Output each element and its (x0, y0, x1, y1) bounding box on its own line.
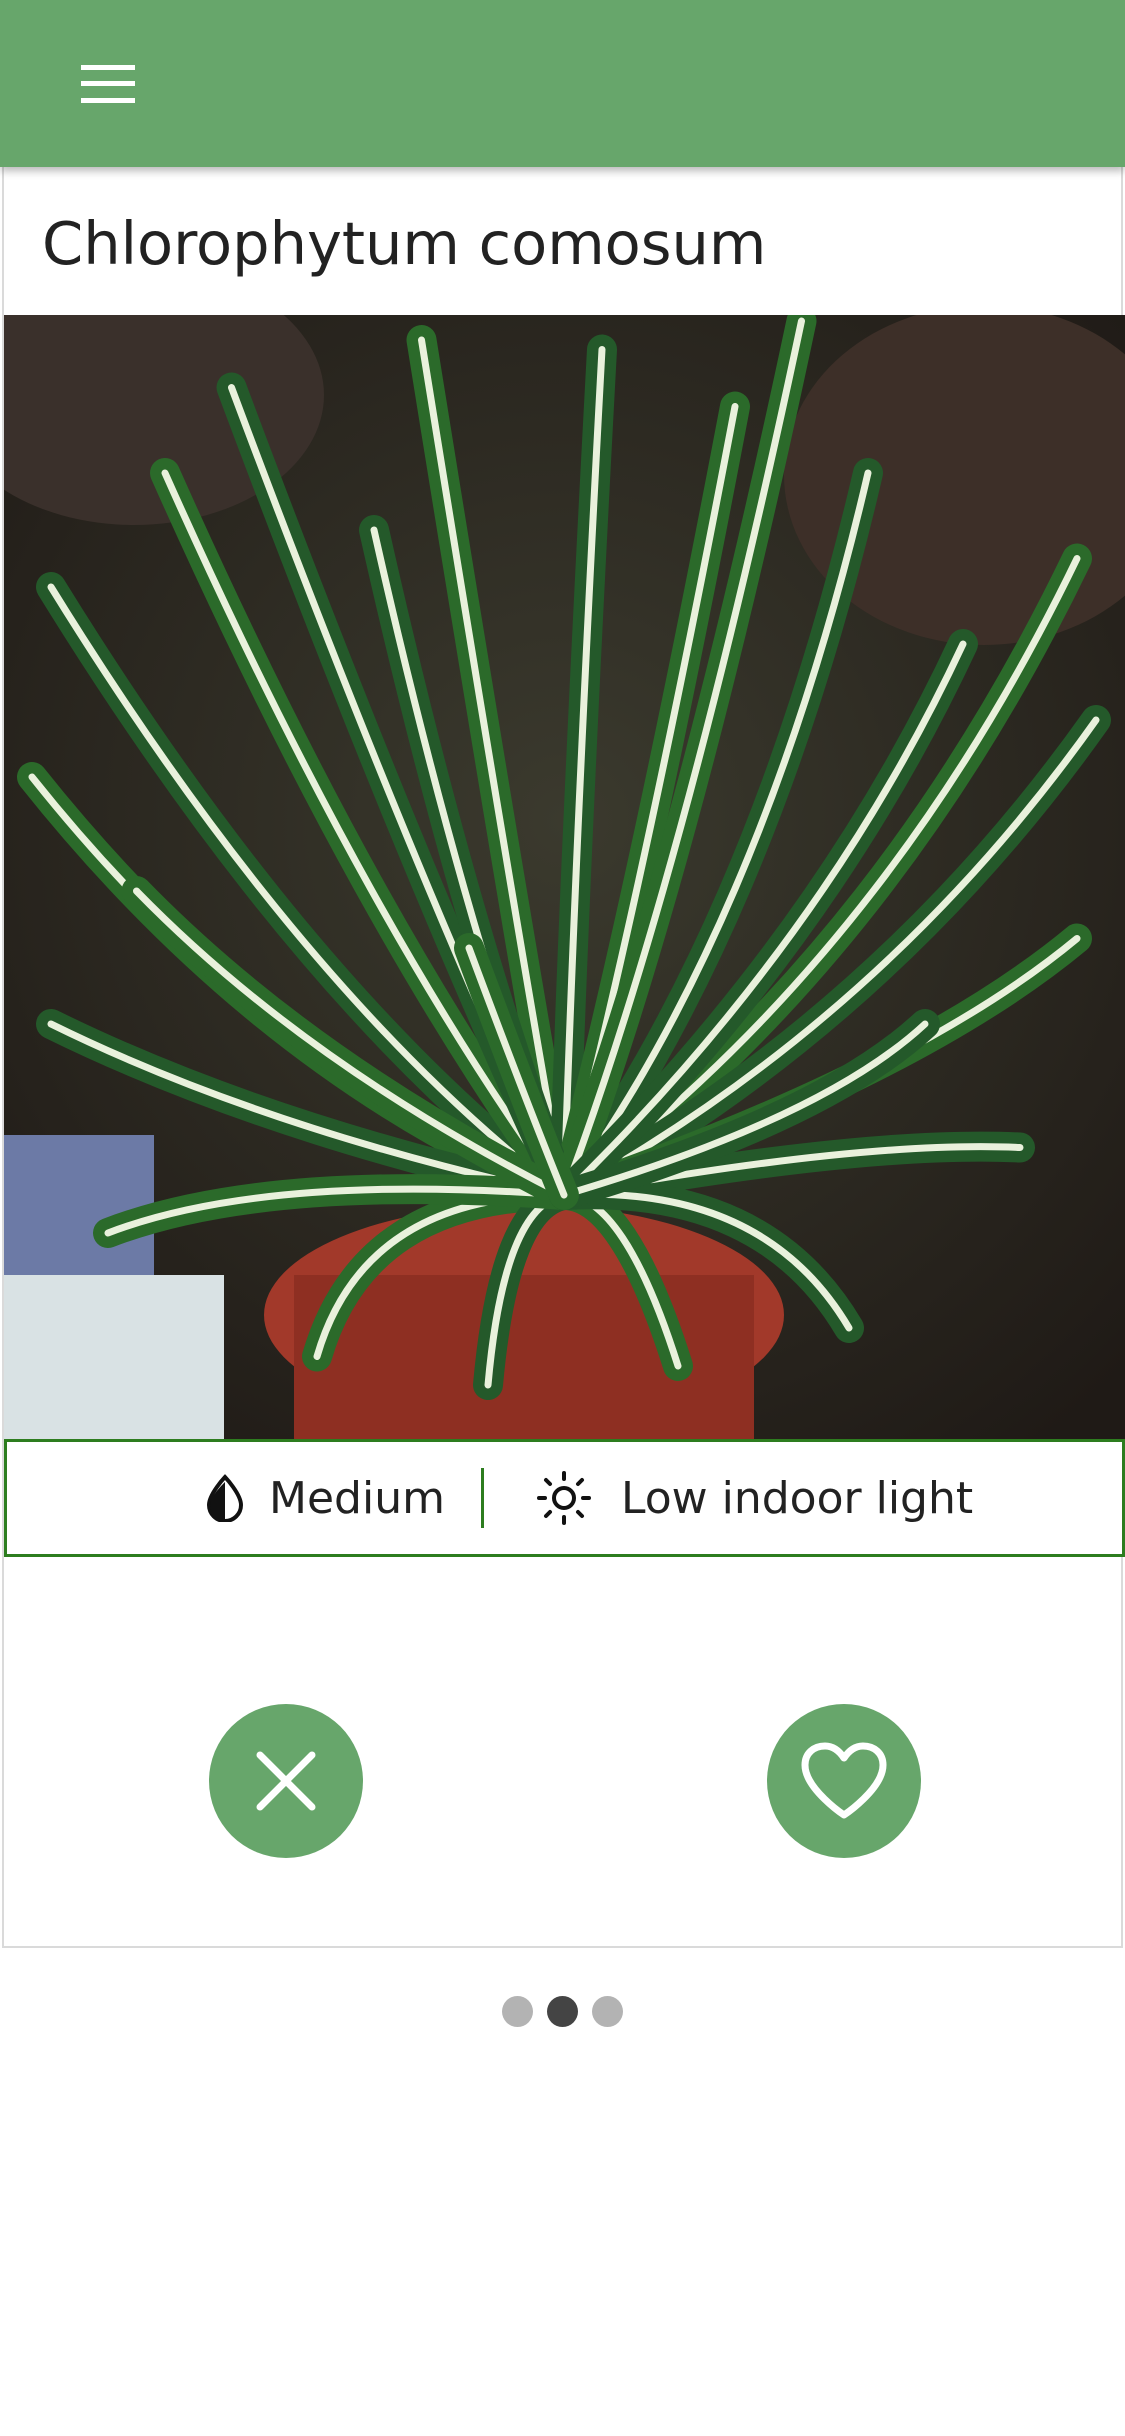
page-indicator (0, 1996, 1125, 2028)
page-dot-active[interactable] (547, 1996, 578, 2027)
favorite-button[interactable] (767, 1704, 921, 1858)
plant-name: Chlorophytum comosum (42, 209, 767, 278)
sun-icon (537, 1471, 591, 1525)
menu-button[interactable] (62, 44, 154, 124)
close-icon (256, 1751, 316, 1811)
care-divider (481, 1468, 484, 1528)
app-bar (0, 0, 1125, 167)
plant-card[interactable]: Chlorophytum comosum Medium Low indoor l… (2, 167, 1125, 1948)
watering-label: Medium (269, 1472, 445, 1524)
dismiss-button[interactable] (209, 1704, 363, 1858)
water-drop-icon (206, 1474, 244, 1522)
plant-photo-illustration (4, 315, 1125, 1439)
watering-info: Medium (203, 1442, 445, 1554)
light-label: Low indoor light (621, 1472, 974, 1524)
heart-icon (801, 1742, 887, 1819)
page-dot[interactable] (592, 1996, 623, 2027)
plant-photo (4, 315, 1125, 1439)
hamburger-menu-icon (81, 65, 135, 103)
light-info: Low indoor light (537, 1442, 973, 1554)
page-dot[interactable] (502, 1996, 533, 2027)
care-info-bar: Medium Low indoor light (4, 1439, 1125, 1557)
